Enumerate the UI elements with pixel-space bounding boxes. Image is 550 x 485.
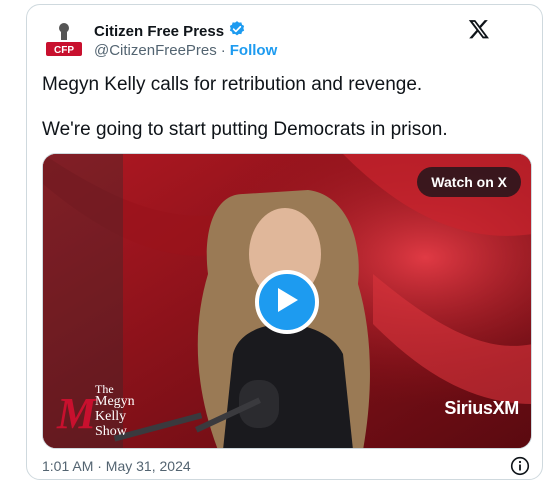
network-logo: SiriusXM <box>444 398 519 418</box>
avatar[interactable]: CFP <box>42 18 86 62</box>
show-logo: M The Megyn Kelly Show <box>57 382 157 442</box>
show-logo-line: Kelly <box>95 409 127 424</box>
tweet-body: Megyn Kelly calls for retribution and re… <box>42 72 522 162</box>
show-logo-line: Show <box>95 424 127 439</box>
tweet-line: Megyn Kelly calls for retribution and re… <box>42 74 423 95</box>
avatar-label: CFP <box>54 45 74 56</box>
author-name-row[interactable]: Citizen Free Press <box>94 20 246 43</box>
author-handle[interactable]: @CitizenFreePres <box>94 42 217 59</box>
play-button[interactable] <box>255 270 319 334</box>
info-icon[interactable] <box>510 456 530 476</box>
x-logo-icon[interactable] <box>468 18 490 40</box>
video-player[interactable]: Watch on X M The Megyn Kelly Show Sirius… <box>42 153 532 449</box>
tweet-line: We're going to start putting Democrats i… <box>42 119 448 140</box>
play-icon <box>275 287 299 318</box>
follow-button[interactable]: Follow <box>230 42 278 59</box>
show-logo-line: Megyn <box>95 394 135 409</box>
separator-dot: · <box>220 42 226 59</box>
tweet-timestamp[interactable]: 1:01 AM · May 31, 2024 <box>42 458 191 474</box>
verified-badge-icon <box>228 20 246 43</box>
watch-on-x-button[interactable]: Watch on X <box>417 167 521 197</box>
show-logo-letter: M <box>57 389 97 438</box>
author-display-name[interactable]: Citizen Free Press <box>94 23 224 40</box>
author-handle-row: @CitizenFreePres · Follow <box>94 42 277 59</box>
